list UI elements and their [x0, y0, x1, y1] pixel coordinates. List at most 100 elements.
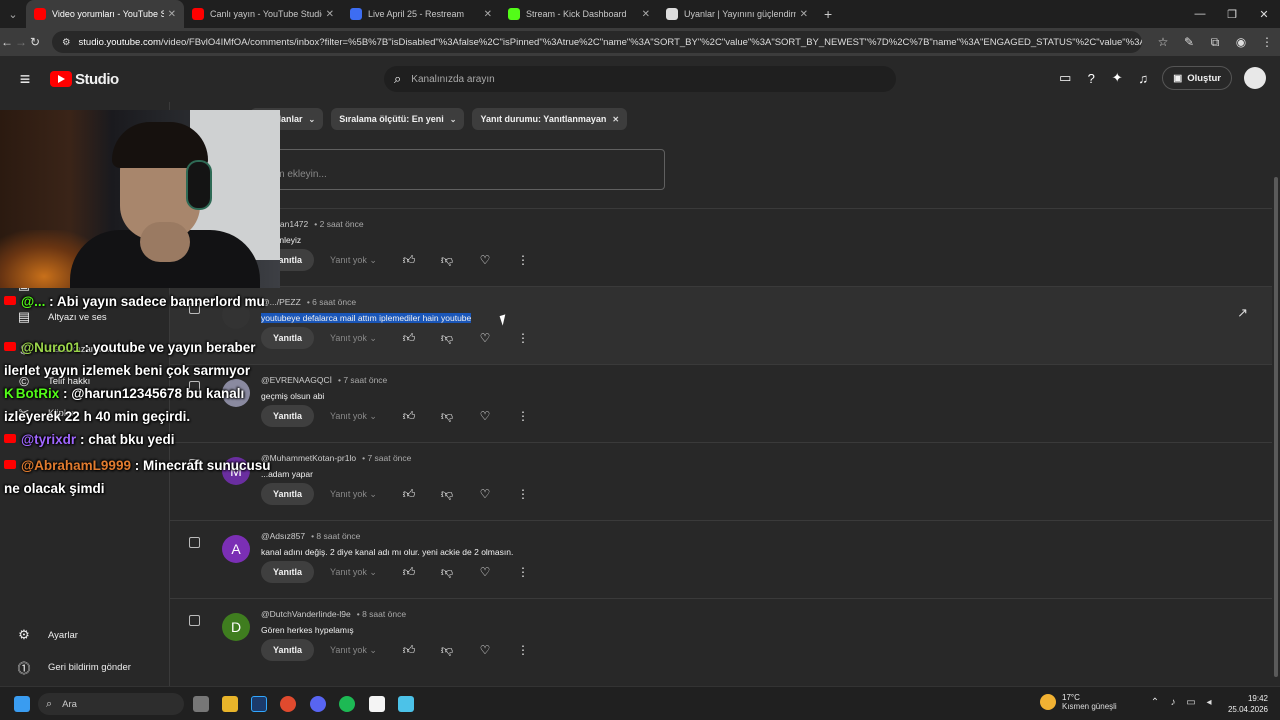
- studio-logo[interactable]: Studio: [50, 71, 119, 88]
- thumbs-up-icon[interactable]: 👍︎: [390, 565, 428, 580]
- thumbs-up-icon[interactable]: 👍︎: [390, 331, 428, 346]
- sidebar-item-settings[interactable]: ⚙ Ayarlar: [0, 620, 170, 650]
- sparkle-icon[interactable]: ✦: [1104, 70, 1130, 86]
- youtube-play-icon: [50, 71, 72, 87]
- microphone-icon[interactable]: ♪: [1164, 697, 1182, 708]
- close-tab-icon[interactable]: ✕: [326, 9, 334, 20]
- browser-tab[interactable]: Live April 25 - Restream ✕: [342, 0, 500, 28]
- url-field[interactable]: ⚙ studio.youtube.com/video/FBvlO4IMfOA/c…: [52, 31, 1142, 53]
- thumbs-down-icon[interactable]: 👎︎: [428, 331, 466, 346]
- no-replies-toggle[interactable]: Yanıt yok ⌄: [330, 255, 390, 266]
- document-icon[interactable]: [369, 696, 385, 712]
- heart-icon[interactable]: ♡: [466, 565, 504, 579]
- no-replies-toggle[interactable]: Yanıt yok ⌄: [330, 567, 390, 578]
- more-options-icon[interactable]: ⋮: [504, 643, 542, 657]
- forward-icon[interactable]: →: [14, 35, 28, 49]
- minimize-icon[interactable]: —: [1184, 0, 1216, 28]
- more-options-icon[interactable]: ⋮: [504, 409, 542, 423]
- comment-meta: @.../PEZZ • 6 saat önce: [261, 297, 356, 307]
- taskbar-clock[interactable]: 19:42 25.04.2026: [1228, 693, 1268, 715]
- no-replies-toggle[interactable]: Yanıt yok ⌄: [330, 411, 390, 422]
- help-icon[interactable]: ?: [1078, 71, 1104, 86]
- back-icon[interactable]: ←: [0, 35, 14, 49]
- thumbs-up-icon[interactable]: 👍︎: [390, 409, 428, 424]
- feedback-chat-icon[interactable]: ▭: [1052, 70, 1078, 86]
- heart-icon[interactable]: ♡: [466, 331, 504, 345]
- comment-author[interactable]: @DutchVanderlinde-l9e: [261, 609, 351, 619]
- thumbs-up-icon[interactable]: 👍︎: [390, 643, 428, 658]
- notifications-bell-icon[interactable]: ♫: [1130, 71, 1156, 86]
- open-comment-icon[interactable]: ↗: [1237, 305, 1248, 321]
- commenter-avatar[interactable]: A: [222, 535, 250, 563]
- close-tab-icon[interactable]: ✕: [168, 9, 176, 20]
- comment-author[interactable]: @Adsız857: [261, 531, 305, 541]
- pen-icon[interactable]: ✎: [1176, 35, 1202, 50]
- task-view-icon[interactable]: [193, 696, 209, 712]
- more-options-icon[interactable]: ⋮: [504, 253, 542, 267]
- chrome-icon[interactable]: [280, 696, 296, 712]
- comment-author[interactable]: @MuhammetKotan-pr1lo: [261, 453, 356, 463]
- profile-icon[interactable]: ◉: [1228, 35, 1254, 50]
- no-replies-toggle[interactable]: Yanıt yok ⌄: [330, 489, 390, 500]
- comment-checkbox[interactable]: [189, 615, 200, 626]
- scrollbar-thumb[interactable]: [1274, 177, 1278, 677]
- no-replies-toggle[interactable]: Yanıt yok ⌄: [330, 645, 390, 656]
- more-options-icon[interactable]: ⋮: [504, 565, 542, 579]
- close-tab-icon[interactable]: ✕: [800, 9, 808, 20]
- browser-menu-icon[interactable]: ⋮: [1254, 35, 1280, 50]
- thumbs-down-icon[interactable]: 👎︎: [428, 565, 466, 580]
- discord-icon[interactable]: [310, 696, 326, 712]
- file-explorer-icon[interactable]: [222, 696, 238, 712]
- restore-icon[interactable]: ❐: [1216, 0, 1248, 28]
- thumbs-down-icon[interactable]: 👎︎: [428, 487, 466, 502]
- more-options-icon[interactable]: ⋮: [504, 331, 542, 345]
- notepad-icon[interactable]: [398, 696, 414, 712]
- account-avatar[interactable]: [1244, 67, 1266, 89]
- thumbs-up-icon[interactable]: 👍︎: [390, 487, 428, 502]
- reply-button[interactable]: Yanıtla: [261, 639, 315, 661]
- thumbs-down-icon[interactable]: 👎︎: [428, 409, 466, 424]
- reply-button[interactable]: Yanıtla: [261, 561, 315, 583]
- chevron-up-icon[interactable]: ⌃: [1146, 697, 1164, 708]
- close-tab-icon[interactable]: ✕: [642, 9, 650, 20]
- weather-widget[interactable]: 17°C Kısmen güneşli: [1040, 693, 1117, 711]
- display-icon[interactable]: ▭: [1182, 697, 1200, 708]
- taskbar-search[interactable]: ⌕ Ara: [38, 693, 184, 715]
- comment-checkbox[interactable]: [189, 537, 200, 548]
- add-comment-field[interactable]: ...um ...rum ekleyin...: [250, 149, 665, 190]
- tab-search-icon[interactable]: ⌄: [0, 0, 26, 28]
- page-scrollbar[interactable]: [1272, 102, 1280, 686]
- photoshop-icon[interactable]: [251, 696, 267, 712]
- reload-icon[interactable]: ↻: [28, 35, 42, 49]
- browser-tab[interactable]: Video yorumları - YouTube Studio ✕: [26, 0, 184, 28]
- windows-start-icon[interactable]: [14, 696, 30, 712]
- site-info-icon[interactable]: ⚙: [62, 37, 71, 48]
- thumbs-up-icon[interactable]: 👍︎: [390, 253, 428, 268]
- thumbs-down-icon[interactable]: 👎︎: [428, 643, 466, 658]
- heart-icon[interactable]: ♡: [466, 253, 504, 267]
- no-replies-toggle[interactable]: Yanıt yok ⌄: [330, 333, 390, 344]
- filter-chip-reply-status[interactable]: Yanıt durumu: Yanıtlanmayan ✕: [472, 108, 628, 130]
- more-options-icon[interactable]: ⋮: [504, 487, 542, 501]
- browser-tab[interactable]: Uyanlar | Yayınını güçlendirmek ✕: [658, 0, 816, 28]
- close-window-icon[interactable]: ✕: [1248, 0, 1280, 28]
- menu-hamburger-icon[interactable]: ≡: [0, 69, 50, 90]
- sidebar-item-feedback[interactable]: ⓵ Geri bildirim gönder: [0, 652, 170, 682]
- bookmark-star-icon[interactable]: ☆: [1150, 35, 1176, 50]
- extensions-icon[interactable]: ⧉: [1202, 35, 1228, 50]
- spotify-icon[interactable]: [339, 696, 355, 712]
- close-tab-icon[interactable]: ✕: [484, 9, 492, 20]
- browser-tab[interactable]: Canlı yayın - YouTube Studio ✕: [184, 0, 342, 28]
- heart-icon[interactable]: ♡: [466, 643, 504, 657]
- heart-icon[interactable]: ♡: [466, 487, 504, 501]
- volume-icon[interactable]: ◂: [1200, 697, 1218, 708]
- create-button[interactable]: ▣ Oluştur: [1162, 66, 1232, 90]
- heart-icon[interactable]: ♡: [466, 409, 504, 423]
- close-icon[interactable]: ✕: [612, 115, 619, 124]
- filter-chip-sort[interactable]: Sıralama ölçütü: En yeni ⌄: [331, 108, 465, 130]
- new-tab-button[interactable]: +: [824, 6, 832, 22]
- browser-tab[interactable]: Stream - Kick Dashboard ✕: [500, 0, 658, 28]
- channel-search-input[interactable]: ⌕ Kanalınızda arayın: [384, 66, 896, 92]
- commenter-avatar[interactable]: D: [222, 613, 250, 641]
- thumbs-down-icon[interactable]: 👎︎: [428, 253, 466, 268]
